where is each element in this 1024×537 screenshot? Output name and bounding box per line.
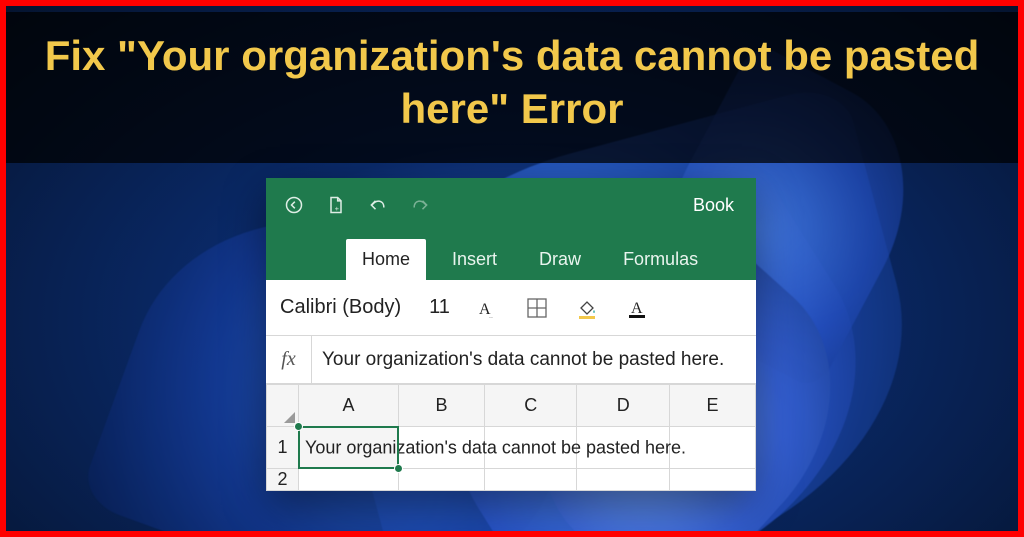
tab-home[interactable]: Home [346,239,426,280]
selection-handle-icon[interactable] [394,464,403,473]
title-band: Fix "Your organization's data cannot be … [6,12,1018,163]
svg-text:..: .. [489,313,493,320]
cell-d2[interactable] [577,469,670,491]
redo-icon[interactable] [410,195,430,215]
svg-text:+: + [335,204,340,213]
undo-icon[interactable] [368,195,388,215]
tab-formulas[interactable]: Formulas [607,239,714,280]
cell-c2[interactable] [484,469,577,491]
formula-bar-input[interactable]: Your organization's data cannot be paste… [312,349,756,371]
borders-icon[interactable] [524,295,550,321]
column-header-b[interactable]: B [399,385,485,427]
font-format-icon[interactable]: A.. [474,295,500,321]
ribbon-tabs: Home Insert Draw Formulas [266,232,756,280]
fill-color-icon[interactable] [574,295,600,321]
column-header-d[interactable]: D [577,385,670,427]
row-header-2[interactable]: 2 [267,469,299,491]
excel-window: + Book Home Insert Draw Formulas Calibri… [266,178,756,491]
tab-draw[interactable]: Draw [523,239,597,280]
selection-handle-icon[interactable] [294,422,303,431]
back-icon[interactable] [284,195,304,215]
column-header-e[interactable]: E [669,385,755,427]
column-header-c[interactable]: C [484,385,577,427]
svg-text:A: A [631,300,643,317]
workbook-name: Book [693,195,738,216]
spreadsheet-grid[interactable]: A B C D E 1 Your organization's data can… [266,384,756,491]
formula-bar: fx Your organization's data cannot be pa… [266,336,756,384]
font-name-selector[interactable]: Calibri (Body) [280,296,401,319]
cell-a1[interactable]: Your organization's data cannot be paste… [299,427,399,469]
cell-b2[interactable] [399,469,485,491]
cell-e2[interactable] [669,469,755,491]
cell-a1-content: Your organization's data cannot be paste… [305,437,686,458]
cell-a2[interactable] [299,469,399,491]
select-all-corner[interactable] [267,385,299,427]
font-color-icon[interactable]: A [624,295,650,321]
thumbnail-frame: Fix "Your organization's data cannot be … [0,0,1024,537]
page-title: Fix "Your organization's data cannot be … [32,30,992,135]
ribbon-toolbar: Calibri (Body) 11 A.. A [266,280,756,336]
new-file-icon[interactable]: + [326,195,346,215]
fx-label[interactable]: fx [266,336,312,383]
column-header-a[interactable]: A [299,385,399,427]
row-header-1[interactable]: 1 [267,427,299,469]
font-size-selector[interactable]: 11 [429,296,450,319]
tab-insert[interactable]: Insert [436,239,513,280]
excel-titlebar: + Book [266,178,756,232]
